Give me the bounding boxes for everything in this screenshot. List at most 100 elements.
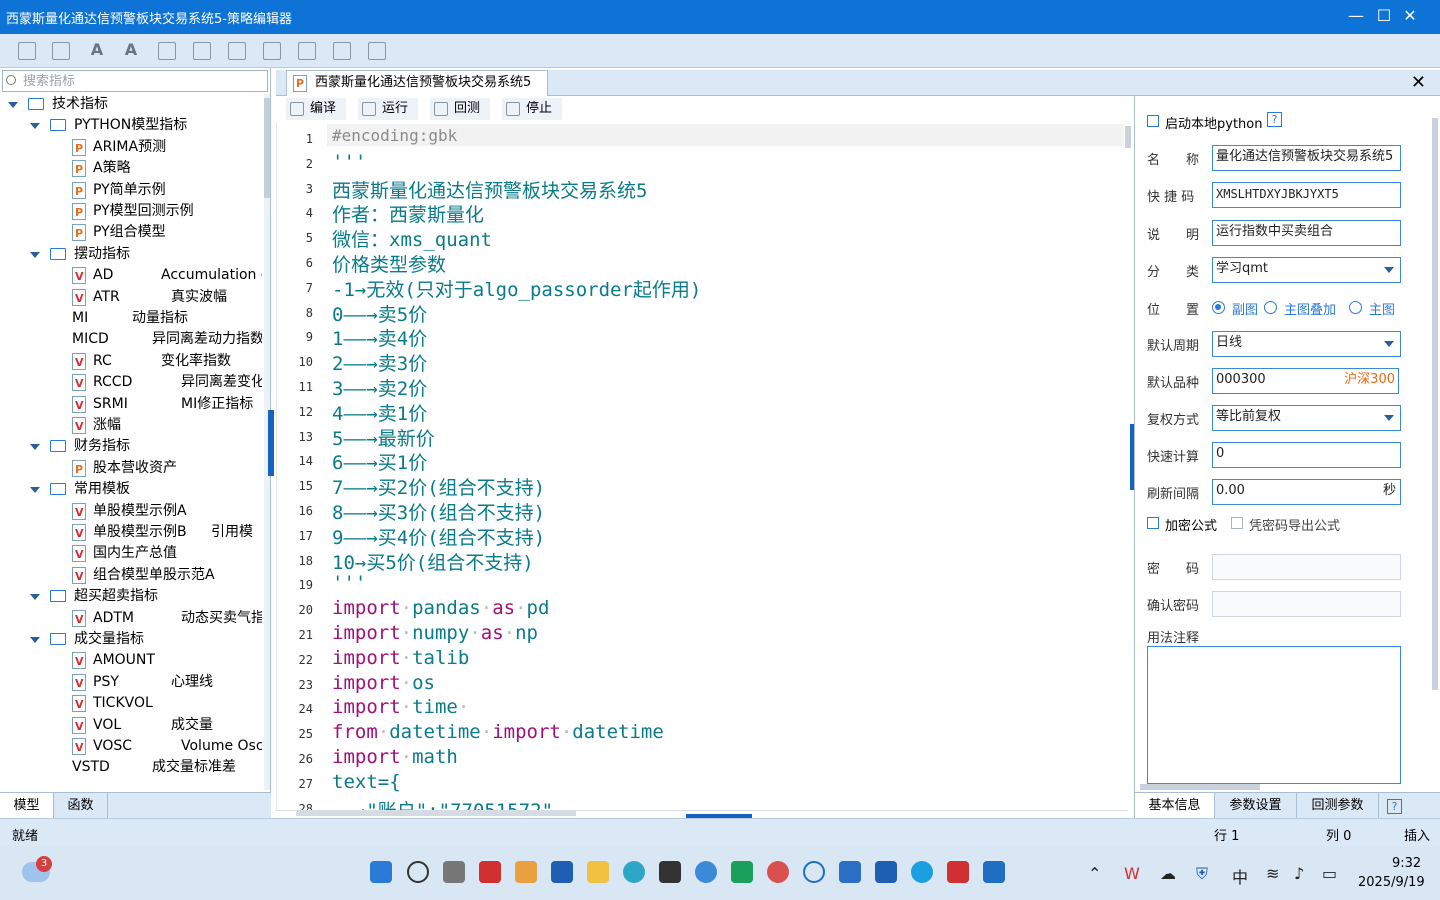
run-button[interactable]: 运行 [358,98,418,120]
code-line[interactable]: 4——→卖1价 [332,399,427,426]
description-field[interactable]: 运行指数中买卖组合 [1212,220,1401,246]
tree-item[interactable]: V SRMI MI修正指标 [0,394,262,415]
speaker-mute-icon[interactable]: ♪ [1294,864,1304,883]
symbol-field[interactable]: 000300 沪深300 [1212,368,1399,394]
store-icon[interactable] [515,861,537,883]
chevron-down-icon[interactable] [30,637,40,643]
tree-item[interactable]: V RC 变化率指数 [0,351,262,372]
tree-item[interactable]: V RCCD 异同离差变化率 [0,372,262,393]
code-line[interactable]: ''' [332,151,366,173]
find-icon[interactable] [228,42,246,60]
confirm-password-field[interactable] [1212,591,1401,617]
tab-function[interactable]: 函数 [54,793,108,819]
tree-item[interactable]: V VOSC Volume Oscill [0,736,262,757]
code-line[interactable]: import·math [332,746,458,768]
code-line[interactable]: ——→"账户":"77051572", [332,796,564,810]
close-tab-button[interactable]: ✕ [1411,71,1426,95]
chevron-down-icon[interactable] [30,123,40,130]
encrypt-checkbox[interactable] [1147,517,1159,529]
tree-item[interactable]: P PY模型回测示例 [0,201,262,222]
tree-item[interactable]: P 股本营收资产 [0,458,262,479]
code-line[interactable]: import·pandas·as·pd [332,597,549,619]
radio-mainchart[interactable] [1349,301,1362,314]
export-icon[interactable] [333,42,351,60]
editor-hscroll-thumb[interactable] [296,811,576,816]
backtest-button[interactable]: 回测 [430,98,490,120]
tree-item[interactable]: V 组合模型单股示范A [0,565,262,586]
tab-param-settings[interactable]: 参数设置 [1215,793,1297,819]
tree-item[interactable]: V VOL 成交量 [0,715,262,736]
adjust-select[interactable]: 等比前复权 [1212,405,1401,431]
save-as-icon[interactable] [52,42,70,60]
tree-item[interactable]: MICD 异同离差动力指数 [0,329,262,350]
props-hscrollbar[interactable] [1140,784,1260,790]
folder-icon[interactable] [587,861,609,883]
code-line[interactable]: -1→无效(只对于algo_passorder起作用) [332,275,701,302]
tree-item[interactable]: VSTD 成交量标准差 [0,757,262,778]
code-line[interactable]: 5——→最新价 [332,424,435,451]
vscode-icon[interactable] [983,861,1005,883]
cloud-off-icon[interactable]: ☁ [1160,864,1176,883]
replace-icon[interactable] [263,42,281,60]
maximize-button[interactable]: ☐ [1372,4,1396,28]
task-view-icon[interactable] [443,861,465,883]
app-icon[interactable] [911,861,933,883]
notes-textarea[interactable] [1147,646,1401,784]
tree-group[interactable]: 常用模板 [0,479,262,500]
tree-group[interactable]: 摆动指标 [0,244,262,265]
font-smaller-icon[interactable]: A [88,42,106,60]
wps-icon[interactable] [479,861,501,883]
tree-group[interactable]: 超买超卖指标 [0,586,262,607]
stop-button[interactable]: 停止 [502,98,562,120]
code-line[interactable]: 7——→买2价(组合不支持) [332,473,545,500]
app-icon[interactable] [767,861,789,883]
code-line[interactable]: 西蒙斯量化通达信预警板块交易系统5 [332,176,647,203]
tree-item[interactable]: MI 动量指标 [0,308,262,329]
chevron-down-icon[interactable] [30,594,40,601]
settings-icon[interactable] [368,42,386,60]
tree-item[interactable]: P PY简单示例 [0,180,262,201]
compile-button[interactable]: 编译 [286,98,346,120]
tree-item[interactable]: V 单股模型示例B 引用模 [0,522,262,543]
chevron-down-icon[interactable] [30,251,40,258]
tree-group[interactable]: 技术指标 [0,94,262,115]
code-line[interactable]: 8——→买3价(组合不支持) [332,498,545,525]
password-field[interactable] [1212,554,1401,580]
clock-date[interactable]: 2025/9/19 [1358,875,1425,890]
tree-item[interactable]: V ATR 真实波幅 [0,287,262,308]
edge-icon[interactable] [623,861,645,883]
import-icon[interactable] [298,42,316,60]
shield-icon[interactable] [875,861,897,883]
active-app-icon[interactable] [839,861,861,883]
refresh-field[interactable]: 0.00 秒 [1212,479,1401,505]
save-icon[interactable] [18,42,36,60]
tree-item[interactable]: P PY组合模型 [0,222,262,243]
category-select[interactable]: 学习qmt [1212,257,1401,283]
tree-item[interactable]: V 涨幅 [0,415,262,436]
period-select[interactable]: 日线 [1212,331,1401,357]
name-field[interactable]: 量化通达信预警板块交易系统5 [1212,145,1401,171]
tree-group[interactable]: 财务指标 [0,436,262,457]
battery-icon[interactable]: ▭ [1322,864,1337,883]
code-line[interactable]: 3——→卖2价 [332,374,427,401]
tree-item[interactable]: V ADTM 动态买卖气指标 [0,608,262,629]
code-line[interactable]: import·talib [332,647,469,669]
undo-icon[interactable] [158,42,176,60]
font-larger-icon[interactable]: A [122,42,140,60]
code-line[interactable]: import·os [332,672,435,694]
chevron-down-icon[interactable] [30,444,40,451]
code-editor[interactable]: 1 2 3 4 5 6 7 8 9 10 11 12 13 14 15 16 17 18 19 20 21 22 23 24 2… [276,122,1128,810]
search-input[interactable] [21,72,261,90]
code-line[interactable]: 6——→买1价 [332,448,427,475]
help-icon[interactable]: ? [1267,112,1282,127]
code-line[interactable]: 作者：西蒙斯量化 [332,200,484,227]
minimize-button[interactable]: — [1344,4,1368,28]
search-box[interactable] [2,70,268,92]
tree-item[interactable]: V AD Accumulation or [0,265,262,286]
help-icon[interactable]: ? [1387,799,1402,814]
wechat-icon[interactable] [731,861,753,883]
tab-model[interactable]: 模型 [0,793,54,819]
props-scrollbar[interactable] [1432,118,1438,690]
local-python-checkbox[interactable] [1147,115,1159,127]
tree-item[interactable]: V PSY 心理线 [0,672,262,693]
